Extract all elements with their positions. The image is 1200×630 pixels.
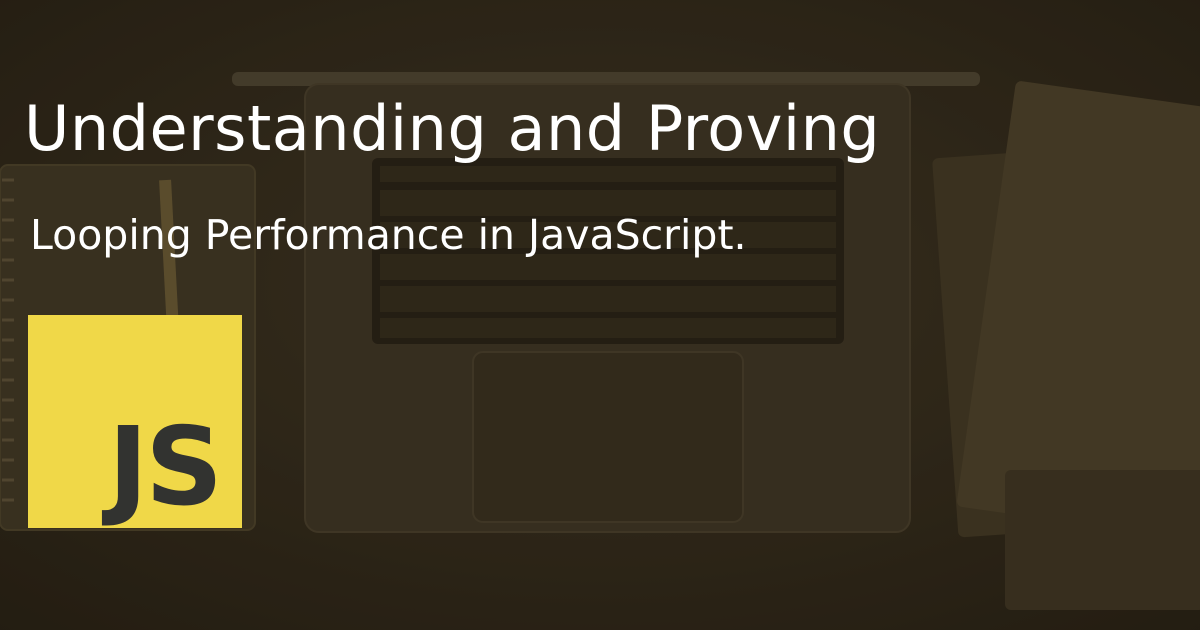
page-title: Understanding and Proving [24, 92, 881, 165]
javascript-logo-icon: JS [28, 315, 242, 528]
page-subtitle: Looping Performance in JavaScript. [30, 211, 747, 259]
javascript-logo-text: JS [108, 405, 223, 530]
hero-banner: Understanding and Proving Looping Perfor… [0, 0, 1200, 630]
